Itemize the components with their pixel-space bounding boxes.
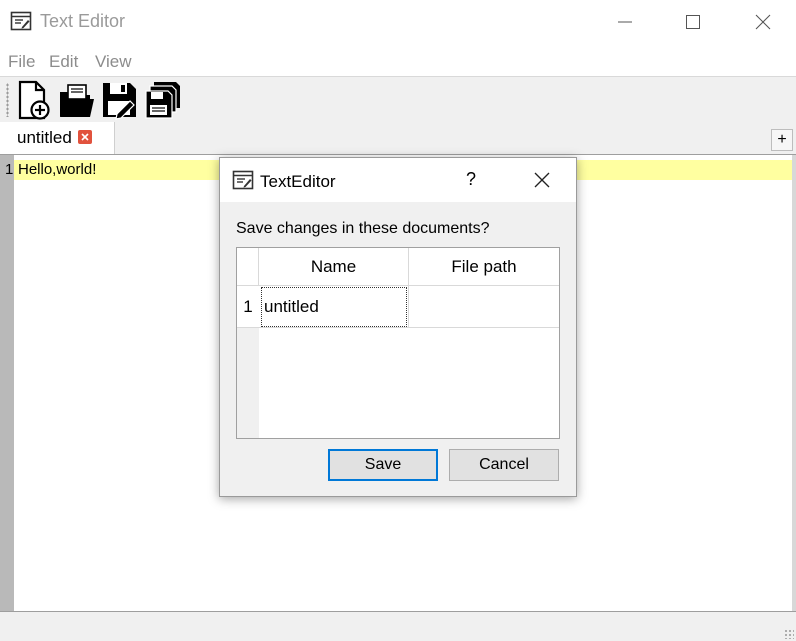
new-document-icon [18,80,50,120]
new-file-button[interactable] [15,80,53,120]
line-number-gutter [0,155,14,611]
maximize-icon [686,15,700,29]
window-titlebar: Text Editor [0,0,796,44]
status-bar [0,612,796,641]
save-file-button[interactable] [101,80,139,120]
column-header-file-path[interactable]: File path [409,248,559,286]
save-changes-dialog: TextEditor ? Save changes in these docum… [219,157,577,497]
open-folder-icon [60,84,94,117]
cell-name-text: untitled [261,287,407,327]
tab-bar: untitled + [0,122,796,154]
close-icon [534,172,550,188]
close-icon [81,133,89,141]
save-all-icon [145,82,180,119]
text-editor-app-icon [10,11,32,31]
table-corner [237,248,259,286]
dialog-titlebar: TextEditor ? [220,158,576,202]
close-icon [755,14,771,30]
cancel-button[interactable]: Cancel [449,449,559,481]
help-button[interactable]: ? [460,169,482,191]
save-all-button[interactable] [144,80,182,120]
line-number: 1 [5,161,14,178]
menu-file[interactable]: File [8,52,35,72]
menu-bar: File Edit View [0,44,796,76]
dialog-title: TextEditor [260,172,336,191]
menu-view[interactable]: View [95,52,132,72]
column-header-name[interactable]: Name [259,248,409,286]
open-file-button[interactable] [58,80,96,120]
row-number[interactable]: 1 [237,286,259,328]
maximize-button[interactable] [658,0,728,44]
menu-edit[interactable]: Edit [49,52,78,72]
resize-grip[interactable] [784,629,794,639]
save-button[interactable]: Save [328,449,438,481]
text-editor-app-icon [232,170,254,190]
minimize-button[interactable] [590,0,660,44]
add-tab-button[interactable]: + [771,129,793,151]
tab-close-button[interactable] [78,130,92,144]
window-title: Text Editor [40,11,126,31]
window-close-button[interactable] [728,0,796,44]
toolbar-grip[interactable] [6,83,9,117]
line-text[interactable]: Hello,world! [18,161,96,178]
dialog-message: Save changes in these documents? [236,220,490,237]
table-cell-file-path[interactable] [409,286,559,328]
documents-table: Name File path 1 untitled [236,247,560,439]
toolbar [0,76,796,124]
minimize-icon [618,21,632,23]
save-icon [103,83,136,120]
table-cell-name[interactable]: untitled [259,286,409,328]
tab-label: untitled [17,128,72,147]
tab-untitled[interactable]: untitled [0,122,115,154]
editor-right-border [792,155,796,611]
dialog-close-button[interactable] [520,168,564,192]
